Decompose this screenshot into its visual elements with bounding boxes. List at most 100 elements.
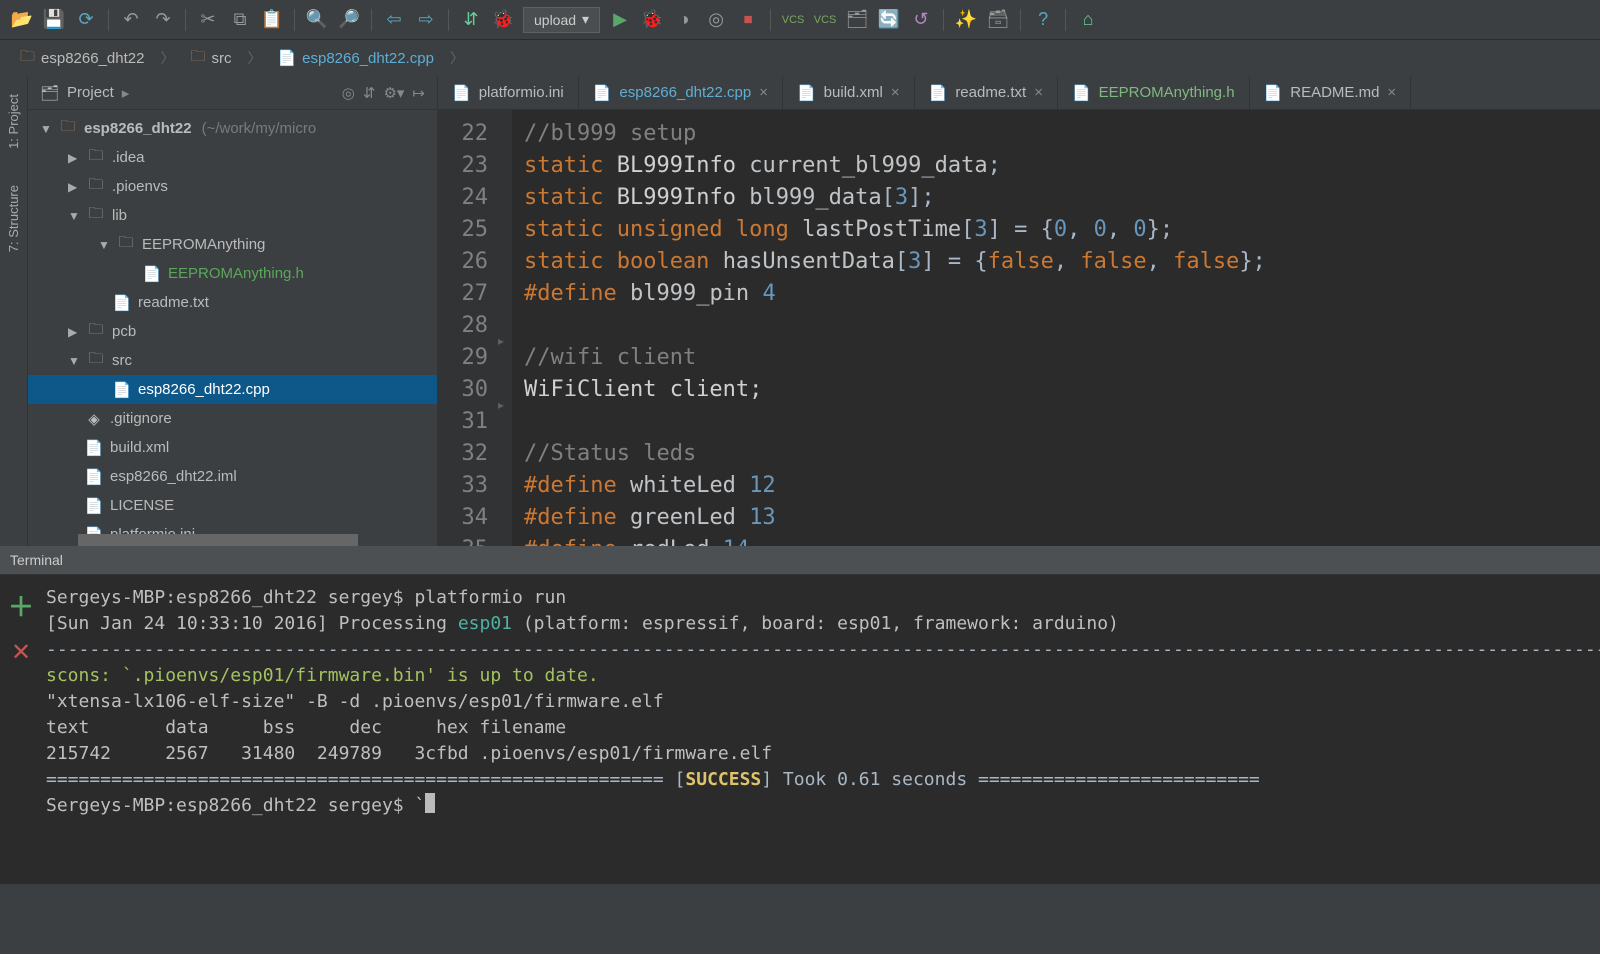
close-tab-icon[interactable]: × <box>891 84 900 101</box>
run-config-label: upload <box>534 12 576 28</box>
collapse-icon[interactable]: ⇵ <box>363 84 376 102</box>
tree-lib[interactable]: ▼ 🗀 lib <box>28 201 437 230</box>
separator <box>943 9 944 31</box>
revert-icon[interactable]: ↺ <box>909 8 933 32</box>
chevron-down-icon: ▾ <box>582 11 589 28</box>
tree-eeprom-h[interactable]: 📄 EEPROMAnything.h <box>28 259 437 288</box>
vcs-update-icon[interactable]: VCS <box>813 8 837 32</box>
save-icon[interactable]: 💾 <box>42 8 66 32</box>
close-tab-icon[interactable]: × <box>759 84 768 101</box>
zoom-out-icon[interactable]: 🔎 <box>337 8 361 32</box>
expand-icon[interactable]: ▼ <box>98 238 110 252</box>
expand-icon[interactable]: ▶ <box>68 151 80 165</box>
folder-icon: 🗀 <box>190 46 205 71</box>
separator <box>108 9 109 31</box>
tab-label: readme.txt <box>955 84 1026 101</box>
tab-build-xml[interactable]: 📄 build.xml × <box>783 76 915 109</box>
breadcrumb-root[interactable]: 🗀 esp8266_dht22 <box>10 43 154 74</box>
vcs-commit-icon[interactable]: VCS <box>781 8 805 32</box>
run-icon[interactable]: ▶ <box>608 8 632 32</box>
cut-icon[interactable]: ✂ <box>196 8 220 32</box>
zoom-in-icon[interactable]: 🔍 <box>305 8 329 32</box>
debug-icon[interactable]: 🐞 <box>640 8 664 32</box>
horizontal-scrollbar[interactable] <box>78 534 358 546</box>
separator <box>770 9 771 31</box>
folder-icon: 🗀 <box>86 145 106 170</box>
target-icon[interactable]: ◎ <box>342 84 355 102</box>
project-panel-header: 🗂 Project ▸ ◎ ⇵ ⚙▾ ↦ <box>28 76 437 110</box>
expand-icon[interactable]: ▼ <box>68 354 80 368</box>
tree-root[interactable]: ▼ 🗀 esp8266_dht22 (~/work/my/micro <box>28 114 437 143</box>
tree-label: esp8266_dht22.iml <box>110 468 237 485</box>
expand-icon[interactable]: ▼ <box>68 209 80 223</box>
separator <box>371 9 372 31</box>
tab-readme-txt[interactable]: 📄 readme.txt × <box>915 76 1058 109</box>
sync-icon[interactable]: 🔄 <box>877 8 901 32</box>
tab-eeprom-h[interactable]: 📄 EEPROMAnything.h <box>1058 76 1250 109</box>
close-tab-icon[interactable]: × <box>1034 84 1043 101</box>
tree-label: lib <box>112 207 127 224</box>
coverage-icon[interactable]: ◑ <box>672 8 696 32</box>
close-tab-icon[interactable]: × <box>1387 84 1396 101</box>
paste-icon[interactable]: 📋 <box>260 8 284 32</box>
close-terminal-icon[interactable]: ✕ <box>11 638 31 667</box>
tab-project[interactable]: 1: Project <box>4 86 23 157</box>
tree-readme-txt[interactable]: 📄 readme.txt <box>28 288 437 317</box>
project-tree[interactable]: ▼ 🗀 esp8266_dht22 (~/work/my/micro ▶ 🗀 .… <box>28 110 437 546</box>
hide-icon[interactable]: ↦ <box>412 84 425 102</box>
run-config-combo[interactable]: upload ▾ <box>523 7 600 33</box>
expand-icon[interactable]: ▼ <box>40 122 52 136</box>
help-icon[interactable]: ? <box>1031 8 1055 32</box>
nav-forward-icon[interactable]: ⇨ <box>414 8 438 32</box>
redo-icon[interactable]: ↷ <box>151 8 175 32</box>
ini-file-icon: 📄 <box>452 84 471 102</box>
expand-icon[interactable]: ▶ <box>68 325 80 339</box>
breadcrumb-label: esp8266_dht22 <box>41 50 144 67</box>
profile-icon[interactable]: ◎ <box>704 8 728 32</box>
terminal-header[interactable]: Terminal <box>0 546 1600 574</box>
editor-body[interactable]: 22 23 24 25 26 27 28 29 30 31 32 33 34 3… <box>438 110 1600 546</box>
tab-structure[interactable]: 7: Structure <box>4 177 23 260</box>
tab-esp8266-cpp[interactable]: 📄 esp8266_dht22.cpp × <box>579 76 783 109</box>
nav-back-icon[interactable]: ⇦ <box>382 8 406 32</box>
tree-eeprom-folder[interactable]: ▼ 🗀 EEPROMAnything <box>28 230 437 259</box>
tree-main-cpp[interactable]: 📄 esp8266_dht22.cpp <box>28 375 437 404</box>
terminal-output[interactable]: Sergeys-MBP:esp8266_dht22 sergey$ platfo… <box>42 575 1600 884</box>
folder-icon: 🗀 <box>86 348 106 373</box>
tree-pcb[interactable]: ▶ 🗀 pcb <box>28 317 437 346</box>
copy-icon[interactable]: ⧉ <box>228 8 252 32</box>
cpp-file-icon: 📄 <box>112 381 132 399</box>
stop-icon[interactable]: ⏹ <box>736 8 760 32</box>
settings-icon[interactable]: ✨ <box>954 8 978 32</box>
refresh-icon[interactable]: ⟳ <box>74 8 98 32</box>
tree-build-xml[interactable]: 📄 build.xml <box>28 433 437 462</box>
open-icon[interactable]: 📂 <box>10 8 34 32</box>
breadcrumb-src[interactable]: 🗀 src <box>180 43 241 74</box>
undo-icon[interactable]: ↶ <box>119 8 143 32</box>
gear-icon[interactable]: ⚙▾ <box>383 84 404 102</box>
ant-file-icon: 📄 <box>84 439 104 457</box>
tab-readme-md[interactable]: 📄 README.md × <box>1250 76 1412 109</box>
breadcrumb-file[interactable]: 📄 esp8266_dht22.cpp <box>267 46 443 70</box>
tree-idea[interactable]: ▶ 🗀 .idea <box>28 143 437 172</box>
tree-iml[interactable]: 📄 esp8266_dht22.iml <box>28 462 437 491</box>
build-icon[interactable]: ⇵ <box>459 8 483 32</box>
tree-license[interactable]: 📄 LICENSE <box>28 491 437 520</box>
tree-gitignore[interactable]: ◈ .gitignore <box>28 404 437 433</box>
new-terminal-icon[interactable]: ＋ <box>8 587 34 624</box>
tree-src[interactable]: ▼ 🗀 src <box>28 346 437 375</box>
tree-pioenvs[interactable]: ▶ 🗀 .pioenvs <box>28 172 437 201</box>
tab-platformio-ini[interactable]: 📄 platformio.ini <box>438 76 579 109</box>
vcs-history-icon[interactable]: 🗂 <box>845 8 869 32</box>
project-structure-icon[interactable]: 🗃 <box>986 8 1010 32</box>
bug-icon[interactable]: 🐞 <box>491 8 515 32</box>
expand-icon[interactable]: ▶ <box>68 180 80 194</box>
fold-bar[interactable]: ▸ ▸ <box>500 110 512 546</box>
code-content[interactable]: //bl999 setup static BL999Info current_b… <box>512 110 1600 546</box>
fold-marker-icon[interactable]: ▸ <box>498 398 504 412</box>
platformio-home-icon[interactable]: ⌂ <box>1076 8 1100 32</box>
fold-marker-icon[interactable]: ▸ <box>498 334 504 348</box>
editor-tabs: 📄 platformio.ini 📄 esp8266_dht22.cpp × 📄… <box>438 76 1600 110</box>
chevron-right-icon[interactable]: ▸ <box>122 84 130 102</box>
breadcrumb: 🗀 esp8266_dht22 〉 🗀 src 〉 📄 esp8266_dht2… <box>0 40 1600 76</box>
